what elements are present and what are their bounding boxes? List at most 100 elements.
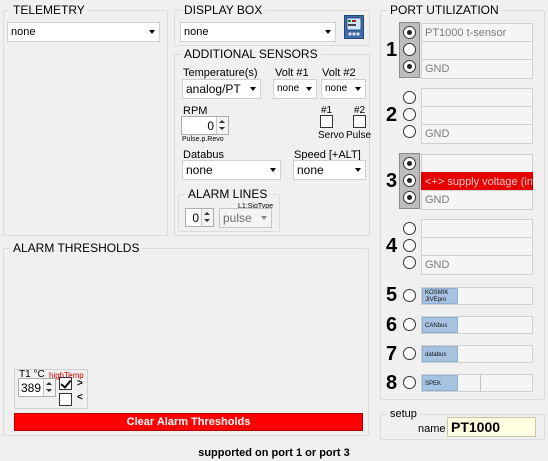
telemetry-legend: TELEMETRY bbox=[10, 3, 88, 17]
clear-alarm-thresholds-button[interactable]: Clear Alarm Thresholds bbox=[14, 413, 363, 431]
spin-up-icon bbox=[46, 382, 52, 385]
port-8-label: SPEK bbox=[422, 375, 458, 391]
port-1-line-3: GND bbox=[421, 59, 533, 79]
databus-select[interactable]: none bbox=[182, 160, 281, 180]
t1-threshold-value: 389 bbox=[20, 381, 41, 395]
setup-name-input[interactable]: PT1000 bbox=[447, 417, 536, 437]
port-2-pin-1-radio[interactable] bbox=[403, 91, 416, 104]
chevron-down-icon bbox=[306, 87, 312, 91]
chevron-down-icon bbox=[149, 30, 155, 34]
port-2-line-2 bbox=[421, 106, 533, 126]
display-box-legend: DISPLAY BOX bbox=[181, 3, 266, 17]
volt2-select[interactable]: none bbox=[321, 79, 366, 99]
footer-note: supported on port 1 or port 3 bbox=[198, 447, 350, 459]
servo-checkbox[interactable] bbox=[320, 115, 333, 128]
alarm-lines-count-value: 0 bbox=[192, 211, 199, 225]
port-5-radio[interactable] bbox=[403, 289, 416, 302]
port-1-pin-3-radio[interactable] bbox=[403, 60, 416, 73]
rpm-value: 0 bbox=[207, 119, 214, 133]
rpm-stepper[interactable]: 0 bbox=[181, 116, 229, 135]
port-1-pin-1-radio[interactable] bbox=[403, 26, 416, 39]
chevron-down-icon bbox=[355, 87, 361, 91]
display-box-select[interactable]: none bbox=[180, 22, 336, 42]
alarm-thresholds-legend: ALARM THRESHOLDS bbox=[10, 241, 143, 255]
port-7-label: databus bbox=[422, 346, 458, 362]
port-1-pin-2-radio[interactable] bbox=[403, 43, 416, 56]
port-3-pin-3-radio[interactable] bbox=[403, 191, 416, 204]
telemetry-select-value: none bbox=[11, 26, 36, 38]
port-7-number: 7 bbox=[386, 343, 398, 365]
t1-greater-checkbox[interactable] bbox=[59, 377, 72, 390]
port-5-label: KOSMIK JIVEpro bbox=[422, 288, 458, 304]
port-2-line-3: GND bbox=[421, 124, 533, 144]
port-4-line-3: GND bbox=[421, 255, 533, 275]
volt2-select-value: none bbox=[325, 83, 348, 94]
volt1-select-value: none bbox=[277, 83, 300, 94]
port-utilization-legend: PORT UTILIZATION bbox=[387, 3, 502, 17]
telemetry-select[interactable]: none bbox=[7, 22, 160, 42]
display-box-select-value: none bbox=[184, 26, 209, 38]
port-4-number: 4 bbox=[386, 235, 398, 257]
port-4-pin-3-radio[interactable] bbox=[403, 256, 416, 269]
port-1-line-1: PT1000 t-sensor bbox=[421, 23, 533, 43]
port-8-radio[interactable] bbox=[403, 376, 416, 389]
chevron-down-icon bbox=[325, 30, 331, 34]
t1-greater-label: > bbox=[77, 378, 83, 389]
speed-select-value: none bbox=[297, 163, 324, 177]
port-5-number: 5 bbox=[386, 284, 398, 306]
display-box-icon[interactable] bbox=[344, 15, 364, 39]
port-4-pin-2-radio[interactable] bbox=[403, 239, 416, 252]
port-2-pin-3-radio[interactable] bbox=[403, 125, 416, 138]
spin-up-icon bbox=[219, 120, 225, 123]
additional-sensors-legend: ADDITIONAL SENSORS bbox=[181, 47, 321, 61]
alarm-lines-count-stepper[interactable]: 0 bbox=[185, 208, 214, 227]
rpm-spin-buttons[interactable] bbox=[216, 117, 228, 134]
speed-select[interactable]: none bbox=[293, 160, 366, 180]
port-4-pin-1-radio[interactable] bbox=[403, 222, 416, 235]
port-2-pin-2-radio[interactable] bbox=[403, 108, 416, 121]
port-3-number: 3 bbox=[386, 170, 398, 192]
port-6-number: 6 bbox=[386, 314, 398, 336]
t1-spin-buttons[interactable] bbox=[43, 379, 55, 396]
alarm-lines-type-select[interactable]: pulse bbox=[219, 208, 272, 228]
chevron-down-icon bbox=[261, 216, 267, 220]
databus-select-value: none bbox=[186, 163, 213, 177]
alarm-lines-type-value: pulse bbox=[223, 211, 252, 225]
port-1-number: 1 bbox=[386, 39, 398, 61]
temperature-select-value: analog/PT bbox=[186, 82, 241, 96]
port-3-line-1 bbox=[421, 154, 533, 174]
port-4-line-1 bbox=[421, 219, 533, 239]
volt1-select[interactable]: none bbox=[273, 79, 317, 99]
setup-name-label: name bbox=[418, 423, 446, 435]
t1-threshold-stepper[interactable]: 389 bbox=[18, 378, 56, 397]
port-6-radio[interactable] bbox=[403, 318, 416, 331]
chevron-down-icon bbox=[270, 168, 276, 172]
spin-down-icon bbox=[46, 389, 52, 392]
port-3-pin-1-radio[interactable] bbox=[403, 157, 416, 170]
alarm-lines-legend: ALARM LINES bbox=[185, 187, 271, 201]
pulse-checkbox[interactable] bbox=[353, 115, 366, 128]
chevron-down-icon bbox=[355, 168, 361, 172]
port-7-radio[interactable] bbox=[403, 347, 416, 360]
setup-legend: setup bbox=[387, 407, 420, 421]
servo-label: Servo bbox=[318, 130, 345, 141]
port-3-line-2: <+> supply voltage (in) bbox=[421, 172, 533, 192]
chevron-down-icon bbox=[250, 87, 256, 91]
port-4-line-2 bbox=[421, 237, 533, 257]
port-1-line-2 bbox=[421, 41, 533, 61]
port-8-divider bbox=[480, 375, 481, 391]
port-2-line-1 bbox=[421, 88, 533, 108]
t1-less-checkbox[interactable] bbox=[59, 393, 72, 406]
telemetry-group: TELEMETRY bbox=[3, 3, 168, 236]
spin-down-icon bbox=[219, 127, 225, 130]
port-6-label: CANbus bbox=[422, 317, 458, 333]
spin-down-icon bbox=[204, 219, 210, 222]
rpm-sub-label: Pulse.p.Revo bbox=[182, 136, 224, 143]
temperature-select[interactable]: analog/PT bbox=[182, 79, 261, 99]
spin-up-icon bbox=[204, 212, 210, 215]
alarm-lines-spin-buttons[interactable] bbox=[201, 209, 213, 226]
port-8-number: 8 bbox=[386, 372, 398, 394]
port-2-number: 2 bbox=[386, 104, 398, 126]
pulse-label: Pulse bbox=[346, 130, 372, 141]
port-3-pin-2-radio[interactable] bbox=[403, 174, 416, 187]
